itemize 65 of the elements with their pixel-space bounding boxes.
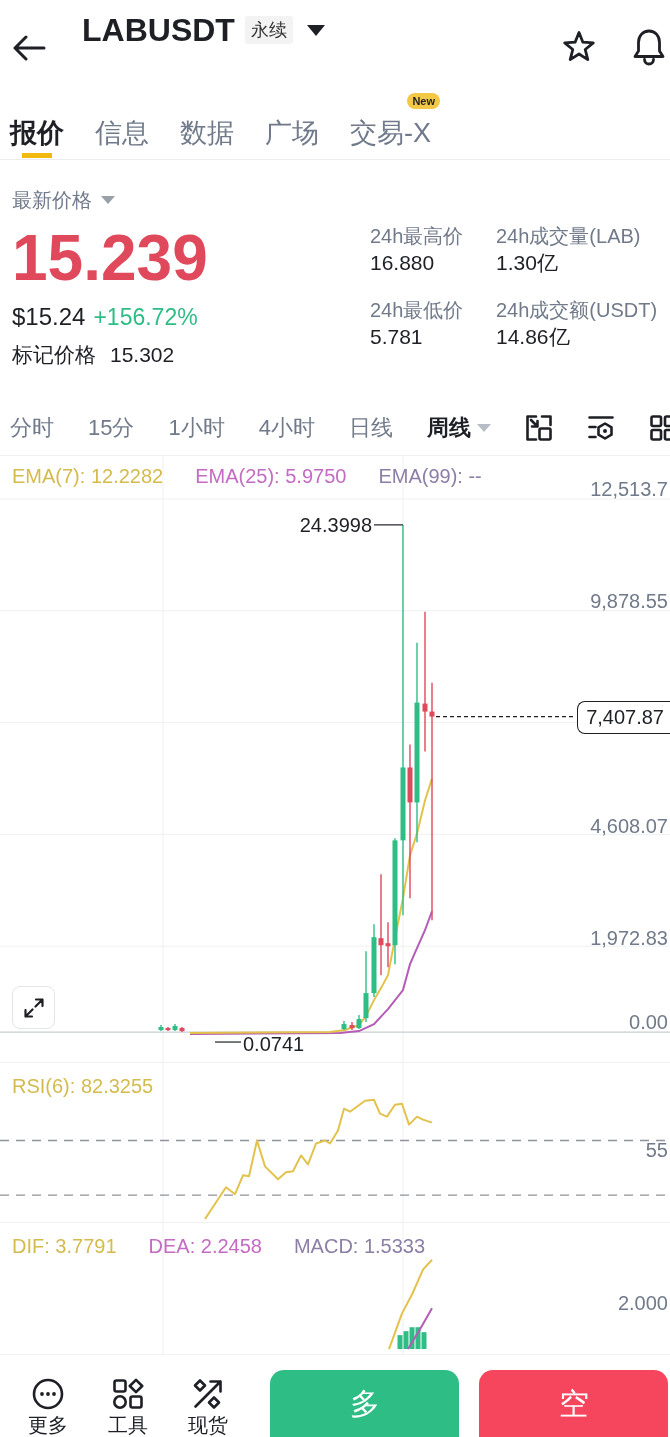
stat-value: 16.880 [370, 250, 436, 276]
last-price-tag: 7,407.87 [577, 701, 670, 734]
stat-value: 14.86亿 [496, 324, 571, 350]
interval-tab[interactable]: 周线 [427, 414, 491, 441]
tab[interactable]: 报价 [10, 88, 64, 159]
mark-price-value: 15.302 [110, 343, 175, 367]
low-price-marker: 0.0741 [243, 1032, 305, 1056]
stat-value: 5.781 [370, 324, 424, 350]
pair-title: LABUSDT [82, 11, 235, 50]
leader-line [373, 524, 404, 526]
stat-label: 24h成交量(LAB) [496, 224, 642, 248]
dea-line [407, 1307, 433, 1351]
high-price-marker: 24.3998 [299, 513, 372, 537]
axis-label: 4,608.07 [590, 814, 668, 838]
short-button[interactable]: 空 [479, 1370, 668, 1437]
axis-label: 9,878.55 [590, 589, 668, 613]
price-change: +156.72% [93, 304, 198, 330]
lines-hexagon-icon[interactable] [587, 413, 615, 442]
caret-icon[interactable] [306, 24, 325, 36]
expand-icon [22, 996, 45, 1019]
indicator-legend: DEA: 2.2458 [148, 1234, 262, 1258]
usd-price: $15.24 [12, 304, 86, 330]
mark-price-label: 标记价格 [12, 343, 96, 367]
axis-label: 1,972.83 [590, 926, 668, 950]
indicator-legend: EMA(99): -- [378, 464, 482, 488]
grid-icon[interactable] [649, 413, 670, 442]
tab[interactable]: 信息 [95, 88, 149, 159]
indicator-legend: RSI(6): 82.3255 [12, 1074, 154, 1098]
stat-label: 24h成交额(USDT) [496, 298, 659, 322]
axis-label: 0.00 [629, 1010, 668, 1034]
indicator-legend: DIF: 3.7791 [12, 1234, 117, 1258]
price-type-label[interactable]: 最新价格 [12, 189, 92, 211]
axis-label: 2.000 [617, 1291, 668, 1315]
tab[interactable]: 数据 [180, 88, 234, 159]
interval-tab[interactable]: 15分 [88, 414, 135, 441]
interval-tab[interactable]: 4小时 [258, 414, 315, 441]
tab[interactable]: 广场 [265, 88, 319, 159]
interval-tab[interactable]: 1小时 [168, 414, 225, 441]
bell-icon[interactable] [632, 28, 666, 66]
indicator-legend: EMA(7): 12.2282 [12, 464, 164, 488]
last-price: 15.239 [12, 223, 208, 293]
percent-arrow-icon [192, 1378, 224, 1410]
toolbar-button[interactable]: 更多 [18, 1355, 78, 1436]
leader-line [214, 1041, 242, 1043]
indicator-legend: EMA(25): 5.9750 [195, 464, 347, 488]
interval-tab[interactable]: 分时 [10, 414, 54, 441]
stat-label: 24h最高价 [370, 224, 465, 248]
toolbar-button[interactable]: 现货 [178, 1355, 238, 1436]
expand-button[interactable] [12, 986, 55, 1029]
interval-tab[interactable]: 日线 [349, 414, 393, 441]
candle [341, 1020, 347, 1031]
stat-label: 24h最低价 [370, 298, 465, 322]
toolbar-button[interactable]: 工具 [98, 1355, 158, 1436]
indicator-legend: MACD: 1.5333 [293, 1234, 426, 1258]
square-arrow-icon[interactable] [525, 413, 553, 442]
axis-label: 12,513.7 [590, 477, 668, 501]
long-button[interactable]: 多 [270, 1370, 459, 1437]
shapes-icon [112, 1378, 144, 1410]
back-arrow-icon[interactable] [12, 35, 46, 61]
axis-label: 55 [645, 1138, 668, 1162]
new-badge: New [407, 93, 440, 109]
contract-tag: 永续 [244, 16, 293, 44]
star-icon[interactable] [562, 30, 596, 64]
more-icon [32, 1378, 64, 1410]
stat-value: 1.30亿 [496, 250, 559, 276]
